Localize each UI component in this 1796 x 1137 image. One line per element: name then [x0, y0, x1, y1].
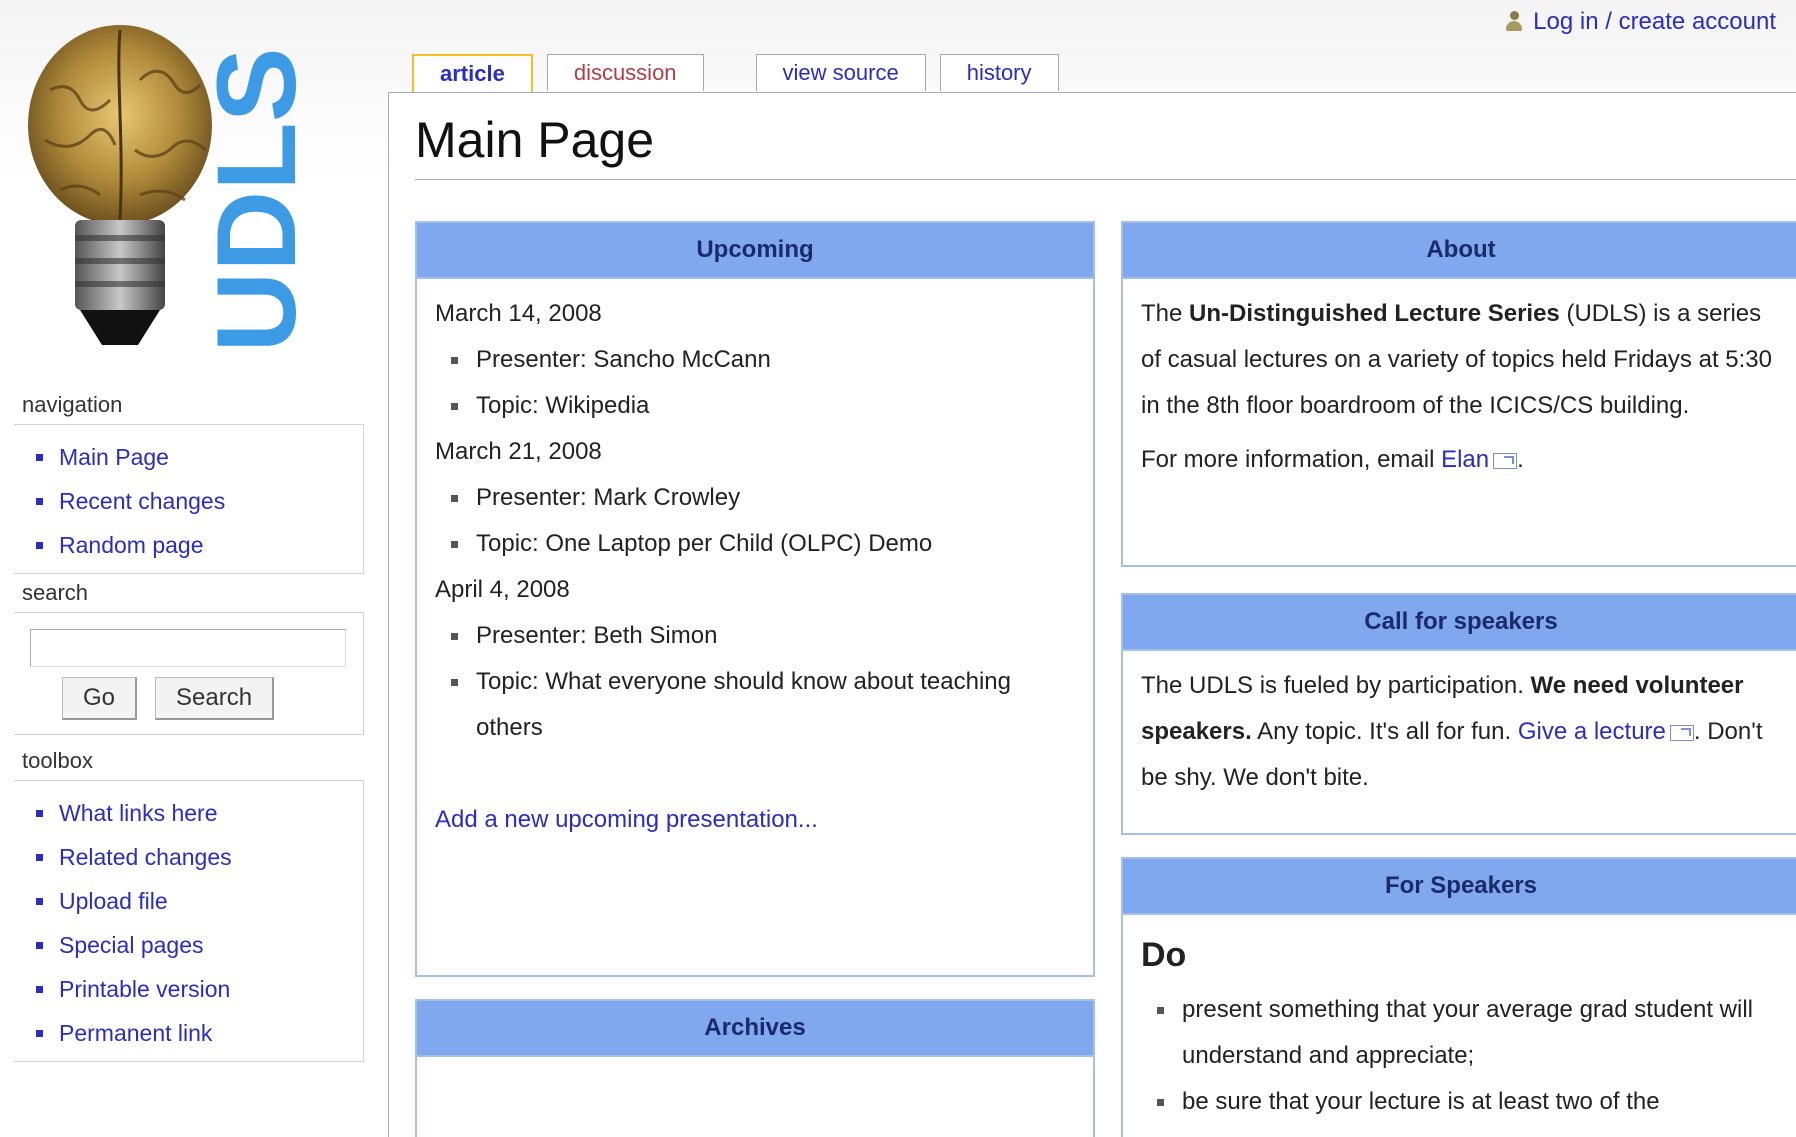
call-for-speakers-header: Call for speakers	[1123, 595, 1796, 651]
call-for-speakers-text: The UDLS is fueled by participation. We …	[1141, 672, 1763, 791]
bullet-icon	[36, 897, 43, 905]
upcoming-date: April 4, 2008	[435, 576, 570, 603]
search-portlet: search Go Search	[14, 580, 364, 735]
list-item: Topic: Wikipedia	[445, 383, 1075, 429]
nav-item-recent-changes[interactable]: Recent changes	[14, 479, 363, 523]
for-speakers-header: For Speakers	[1123, 859, 1796, 915]
bullet-icon	[36, 1029, 43, 1037]
toolbox-item-what-links-here[interactable]: What links here	[14, 791, 363, 835]
about-header: About	[1123, 223, 1796, 279]
toolbox-item-label[interactable]: What links here	[59, 791, 218, 835]
toolbox-portlet: toolbox What links here Related changes …	[14, 748, 364, 1062]
about-box: About The Un-Distinguished Lecture Serie…	[1121, 221, 1796, 567]
toolbox-title: toolbox	[22, 748, 93, 773]
toolbox-item-related-changes[interactable]: Related changes	[14, 835, 363, 879]
search-title: search	[22, 580, 89, 605]
navigation-title: navigation	[22, 392, 123, 417]
list-item: Topic: What everyone should know about t…	[445, 659, 1075, 751]
bullet-icon	[36, 453, 43, 461]
tab-view-source[interactable]: view source	[755, 54, 926, 91]
upcoming-header: Upcoming	[417, 223, 1093, 279]
toolbox-item-label[interactable]: Special pages	[59, 923, 204, 967]
search-button[interactable]: Search	[155, 677, 275, 720]
lightbulb-brain-logo-icon: UDLS	[28, 25, 319, 353]
toolbox-item-printable-version[interactable]: Printable version	[14, 967, 363, 1011]
svg-text:UDLS: UDLS	[194, 48, 319, 353]
nav-item-main-page[interactable]: Main Page	[14, 435, 363, 479]
give-lecture-link[interactable]: Give a lecture	[1518, 718, 1666, 745]
tab-discussion[interactable]: discussion	[546, 54, 704, 91]
nav-item-label[interactable]: Main Page	[59, 435, 169, 479]
add-presentation-link[interactable]: Add a new upcoming presentation...	[435, 806, 818, 833]
bullet-icon	[36, 941, 43, 949]
main-content: Main Page Upcoming March 14, 2008 Presen…	[388, 92, 1796, 1137]
for-speakers-box: For Speakers Do present something that y…	[1121, 857, 1796, 1137]
list-item: Presenter: Mark Crowley	[445, 475, 1075, 521]
list-item: Presenter: Beth Simon	[445, 613, 1075, 659]
about-email: For more information, email Elan.	[1141, 446, 1524, 473]
site-logo[interactable]: UDLS	[20, 20, 350, 380]
tab-history[interactable]: history	[939, 54, 1059, 91]
nav-item-random-page[interactable]: Random page	[14, 523, 363, 567]
archives-header: Archives	[417, 1001, 1093, 1057]
go-button[interactable]: Go	[62, 677, 138, 720]
page-tabs: article discussion view source history	[412, 54, 1073, 92]
upcoming-box: Upcoming March 14, 2008 Presenter: Sanch…	[415, 221, 1095, 977]
heading-divider	[415, 179, 1796, 180]
bullet-icon	[36, 809, 43, 817]
toolbox-item-label[interactable]: Upload file	[59, 879, 168, 923]
toolbox-item-upload-file[interactable]: Upload file	[14, 879, 363, 923]
navigation-portlet: navigation Main Page Recent changes Rand…	[14, 392, 364, 574]
bullet-icon	[36, 497, 43, 505]
list-item: Topic: One Laptop per Child (OLPC) Demo	[445, 521, 1075, 567]
bullet-icon	[36, 985, 43, 993]
toolbox-item-label[interactable]: Permanent link	[59, 1011, 212, 1055]
upcoming-date: March 14, 2008	[435, 300, 602, 327]
external-link-icon	[1493, 452, 1518, 469]
page-title: Main Page	[415, 112, 655, 168]
personal-tools: Log in / create account	[1505, 8, 1776, 36]
toolbox-item-label[interactable]: Related changes	[59, 835, 232, 879]
list-item: Presenter: Sancho McCann	[445, 337, 1075, 383]
about-text: The Un-Distinguished Lecture Series (UDL…	[1141, 300, 1772, 419]
do-heading: Do	[1141, 936, 1187, 974]
call-for-speakers-box: Call for speakers The UDLS is fueled by …	[1121, 593, 1796, 835]
email-link[interactable]: Elan	[1441, 446, 1489, 473]
login-link[interactable]: Log in / create account	[1533, 8, 1776, 36]
toolbox-item-special-pages[interactable]: Special pages	[14, 923, 363, 967]
list-item: be sure that your lecture is at least tw…	[1151, 1079, 1781, 1125]
toolbox-item-permanent-link[interactable]: Permanent link	[14, 1011, 363, 1055]
user-icon	[1505, 11, 1523, 33]
tab-article[interactable]: article	[412, 54, 533, 92]
archives-box: Archives	[415, 999, 1095, 1137]
wiki-page: Log in / create account UDLS navigation …	[0, 0, 1796, 1137]
nav-item-label[interactable]: Random page	[59, 523, 204, 567]
search-input[interactable]	[30, 629, 346, 667]
external-link-icon	[1669, 724, 1694, 741]
list-item: present something that your average grad…	[1151, 987, 1781, 1079]
bullet-icon	[36, 853, 43, 861]
bullet-icon	[36, 541, 43, 549]
nav-item-label[interactable]: Recent changes	[59, 479, 225, 523]
toolbox-item-label[interactable]: Printable version	[59, 967, 230, 1011]
upcoming-date: March 21, 2008	[435, 438, 602, 465]
